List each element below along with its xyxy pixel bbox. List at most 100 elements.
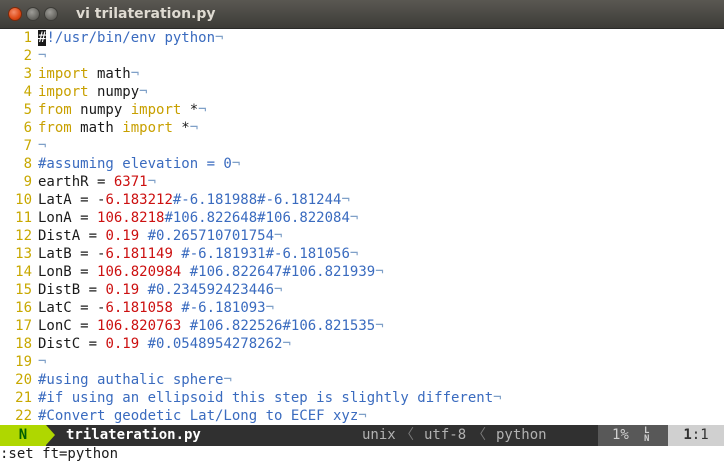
eol-marker: ¬: [349, 246, 359, 262]
code-text: #assuming elevation = 0¬: [38, 156, 240, 172]
code-number: 0.19: [105, 336, 140, 352]
code-token: numpy: [71, 102, 131, 118]
statusline-encoding: utf-8: [424, 427, 467, 443]
code-text: #if using an ellipsoid this step is slig…: [38, 390, 502, 406]
code-token: LonB =: [38, 264, 98, 280]
code-line[interactable]: 4 import numpy¬: [0, 83, 724, 101]
statusline: N trilateration.py unix 〈 utf-8 〈 python…: [0, 425, 724, 446]
code-comment: #106.822647#106.821939: [189, 264, 376, 280]
code-token: math: [88, 66, 131, 82]
code-line[interactable]: 8 #assuming elevation = 0¬: [0, 155, 724, 173]
mode-separator-arrow: [46, 425, 55, 445]
code-token: earthR =: [38, 174, 114, 190]
code-line[interactable]: 21 #if using an ellipsoid this step is sl…: [0, 389, 724, 407]
maximize-window-button[interactable]: [44, 7, 58, 21]
close-window-button[interactable]: [8, 7, 22, 21]
code-line[interactable]: 20 #using authalic sphere¬: [0, 371, 724, 389]
code-line[interactable]: 2 ¬: [0, 47, 724, 65]
line-number: 15: [15, 282, 32, 298]
eol-marker: ¬: [189, 120, 199, 136]
statusline-separator-icon: 〈: [472, 427, 486, 443]
code-comment: #0.234592423446: [147, 282, 275, 298]
statusline-cursor-position: 1:1: [668, 425, 724, 446]
code-number: 6.181058: [105, 300, 173, 316]
code-line[interactable]: 1 #!/usr/bin/env python¬: [0, 29, 724, 47]
code-comment: !/usr/bin/env python: [46, 30, 216, 46]
eol-marker: ¬: [38, 354, 47, 370]
code-token: math: [71, 120, 123, 136]
code-line[interactable]: 7 ¬: [0, 137, 724, 155]
eol-marker: ¬: [265, 300, 275, 316]
code-comment: #if using an ellipsoid this step is slig…: [38, 390, 494, 406]
code-keyword: import: [38, 84, 89, 100]
code-text: #Convert geodetic Lat/Long to ECEF xyz¬: [38, 408, 367, 424]
code-line[interactable]: 14 LonB = 106.820984 #106.822647#106.8219…: [0, 263, 724, 281]
code-line[interactable]: 5 from numpy import *¬: [0, 101, 724, 119]
cursor-column: 1: [700, 427, 709, 443]
code-line[interactable]: 13 LatB = -6.181149 #-6.181931#-6.181056¬: [0, 245, 724, 263]
code-text: DistC = 0.19 #0.0548954278262¬: [38, 336, 291, 352]
line-number: 19: [15, 354, 32, 370]
line-number-icon: LN: [644, 426, 650, 444]
eol-marker: ¬: [341, 192, 350, 208]
code-number: 106.820984: [97, 264, 182, 280]
line-number: 13: [15, 246, 32, 262]
code-line[interactable]: 12 DistA = 0.19 #0.265710701754¬: [0, 227, 724, 245]
code-comment: #assuming elevation = 0: [38, 156, 232, 172]
statusline-separator-icon: 〈: [400, 427, 414, 443]
code-line[interactable]: 10 LatA = -6.183212#-6.181988#-6.181244¬: [0, 191, 724, 209]
code-line[interactable]: 18 DistC = 0.19 #0.0548954278262¬: [0, 335, 724, 353]
code-keyword: import: [122, 120, 173, 136]
code-token: numpy: [88, 84, 140, 100]
statusline-percent-block: 1% LN: [598, 425, 668, 446]
code-token: *: [181, 102, 199, 118]
line-number: 5: [23, 102, 32, 118]
eol-marker: ¬: [223, 372, 232, 388]
code-line[interactable]: 22 #Convert geodetic Lat/Long to ECEF xyz…: [0, 407, 724, 425]
code-text: LonC = 106.820763 #106.822526#106.821535…: [38, 318, 384, 334]
minimize-window-button[interactable]: [26, 7, 40, 21]
eol-marker: ¬: [38, 138, 47, 154]
code-line[interactable]: 19 ¬: [0, 353, 724, 371]
eol-marker: ¬: [198, 102, 207, 118]
line-number: 22: [15, 408, 32, 424]
line-number: 9: [23, 174, 32, 190]
code-comment: #106.822648#106.822084: [164, 210, 350, 226]
line-number: 21: [15, 390, 32, 406]
eol-marker: ¬: [130, 66, 140, 82]
code-comment: #-6.181093: [181, 300, 266, 316]
code-token: LatB = -: [38, 246, 106, 262]
command-line[interactable]: :set ft=python: [0, 446, 724, 463]
code-keyword: from: [38, 102, 72, 118]
code-text: #!/usr/bin/env python¬: [38, 30, 223, 46]
code-comment: #-6.181931#-6.181056: [181, 246, 350, 262]
code-line[interactable]: 3 import math¬: [0, 65, 724, 83]
eol-marker: ¬: [274, 282, 283, 298]
code-token: DistB =: [38, 282, 106, 298]
line-number: 11: [15, 210, 32, 226]
code-line[interactable]: 15 DistB = 0.19 #0.234592423446¬: [0, 281, 724, 299]
eol-marker: ¬: [231, 156, 241, 172]
code-line[interactable]: 16 LatC = -6.181058 #-6.181093¬: [0, 299, 724, 317]
code-line[interactable]: 11 LonA = 106.8218#106.822648#106.822084¬: [0, 209, 724, 227]
editor-buffer[interactable]: 1 #!/usr/bin/env python¬ 2 ¬ 3 import math¬ 4 i…: [0, 29, 724, 425]
code-token: LatA = -: [38, 192, 106, 208]
code-number: 0.19: [105, 282, 140, 298]
code-token: LonA =: [38, 210, 98, 226]
code-token: LatC = -: [38, 300, 106, 316]
eol-marker: ¬: [215, 30, 224, 46]
code-line[interactable]: 6 from math import *¬: [0, 119, 724, 137]
code-number: 106.8218: [97, 210, 165, 226]
code-line[interactable]: 9 earthR = 6371¬: [0, 173, 724, 191]
line-number: 7: [23, 138, 32, 154]
line-number: 3: [23, 66, 32, 82]
eol-marker: ¬: [358, 408, 367, 424]
eol-marker: ¬: [493, 390, 502, 406]
code-line[interactable]: 17 LonC = 106.820763 #106.822526#106.8215…: [0, 317, 724, 335]
mode-indicator: N: [0, 425, 46, 446]
code-text: LatA = -6.183212#-6.181988#-6.181244¬: [38, 192, 350, 208]
line-number: 10: [15, 192, 32, 208]
